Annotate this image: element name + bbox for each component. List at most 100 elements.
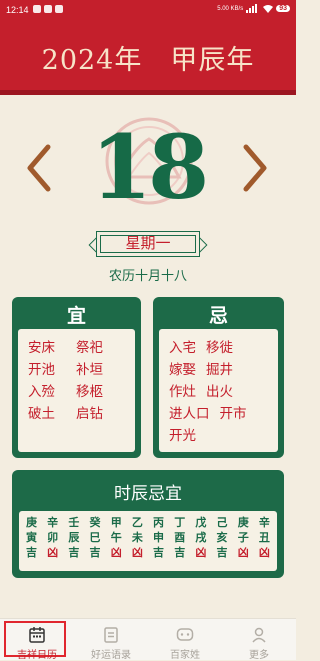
hour-luck: 吉 xyxy=(216,546,228,559)
document-icon xyxy=(104,627,118,643)
suitable-title: 宜 xyxy=(66,305,86,327)
hour-fortune-card: 时辰忌宜 庚寅吉辛卯凶壬辰吉癸巳吉甲午凶乙未凶丙申吉丁酉吉戊戌凶己亥吉庚子凶辛丑… xyxy=(12,470,284,578)
hour-stem: 癸 xyxy=(89,516,101,529)
weekday-badge: 星期一 xyxy=(88,231,208,259)
hour-fortune-grid: 庚寅吉辛卯凶壬辰吉癸巳吉甲午凶乙未凶丙申吉丁酉吉戊戌凶己亥吉庚子凶辛丑凶 xyxy=(19,511,277,571)
status-time: 12:14 xyxy=(6,5,29,15)
hour-column: 庚子凶 xyxy=(235,515,252,571)
hour-luck: 凶 xyxy=(110,546,122,559)
avoid-item: 移徙 xyxy=(206,340,233,356)
tiktok-icon xyxy=(44,5,52,13)
hour-stem: 丁 xyxy=(174,516,186,529)
hour-luck: 吉 xyxy=(26,546,37,559)
hour-branch: 午 xyxy=(110,531,122,544)
avoid-card: 忌 入宅 移徙 嫁娶 掘井 作灶 出火 进人口 开市 开光 xyxy=(153,297,284,458)
suitable-item: 祭祀 xyxy=(76,340,103,356)
hour-column: 己亥吉 xyxy=(214,515,231,571)
notification-icon xyxy=(55,5,63,13)
avoid-item: 嫁娶 xyxy=(169,362,196,378)
chat-bubble-icon xyxy=(176,628,194,641)
hour-stem: 乙 xyxy=(131,516,143,529)
bottom-tab-bar: 吉祥日历 好运语录 百家姓 更多 xyxy=(0,618,296,661)
wifi-icon xyxy=(263,5,274,13)
notification-icons xyxy=(33,5,63,13)
avoid-title: 忌 xyxy=(208,305,228,327)
hour-branch: 亥 xyxy=(216,531,228,544)
hour-stem: 庚 xyxy=(26,516,37,529)
hour-column: 壬辰吉 xyxy=(65,515,82,571)
header-edge xyxy=(0,90,296,95)
avoid-item: 开市 xyxy=(219,406,247,422)
notification-icon xyxy=(33,5,41,13)
hour-luck: 凶 xyxy=(47,546,59,559)
hour-branch: 未 xyxy=(131,531,143,544)
status-bar: 12:14 5.00 KB/s 93 xyxy=(0,0,296,22)
suitable-item: 补垣 xyxy=(76,362,103,378)
hour-stem: 辛 xyxy=(47,516,59,529)
status-right: 5.00 KB/s 93 xyxy=(217,4,290,13)
avoid-item: 进人口 xyxy=(169,406,210,422)
tab-more[interactable]: 更多 xyxy=(222,619,296,661)
hour-column: 庚寅吉 xyxy=(23,515,40,571)
hour-branch: 巳 xyxy=(89,531,101,544)
hour-branch: 寅 xyxy=(26,531,37,544)
avoid-item: 作灶 xyxy=(169,384,196,400)
hour-stem: 壬 xyxy=(68,516,80,529)
hour-column: 丁酉吉 xyxy=(171,515,188,571)
suitable-list-panel: 安床 祭祀 开池 补垣 入殓 移柩 破土 启钻 xyxy=(18,329,135,452)
tab-calendar[interactable]: 吉祥日历 xyxy=(0,619,74,661)
suitable-card: 宜 安床 祭祀 开池 补垣 入殓 移柩 破土 启钻 xyxy=(12,297,141,458)
hour-column: 戊戌凶 xyxy=(192,515,209,571)
day-number: 18 xyxy=(90,115,209,219)
tab-quotes[interactable]: 好运语录 xyxy=(74,619,148,661)
avoid-item: 开光 xyxy=(169,428,196,444)
hour-branch: 子 xyxy=(237,531,249,544)
hour-column: 辛丑凶 xyxy=(256,515,273,571)
signal-icon xyxy=(246,4,258,13)
person-icon xyxy=(252,627,266,643)
hour-stem: 甲 xyxy=(110,516,122,529)
battery-indicator: 93 xyxy=(276,5,290,12)
avoid-item: 掘井 xyxy=(206,362,233,378)
hour-stem: 戊 xyxy=(195,516,207,529)
hour-luck: 凶 xyxy=(131,546,143,559)
weekday-label: 星期一 xyxy=(96,231,200,257)
calendar-icon xyxy=(29,627,45,643)
suitable-item: 入殓 xyxy=(28,384,55,400)
year-header: 2024年 甲辰年 xyxy=(0,22,296,90)
year-title: 2024年 甲辰年 xyxy=(41,45,255,76)
hour-branch: 丑 xyxy=(258,531,270,544)
hour-stem: 庚 xyxy=(237,516,249,529)
suitable-item: 安床 xyxy=(28,340,55,356)
hour-stem: 己 xyxy=(216,516,228,529)
hour-luck: 凶 xyxy=(258,546,270,559)
avoid-item: 出火 xyxy=(206,384,233,400)
avoid-list-panel: 入宅 移徙 嫁娶 掘井 作灶 出火 进人口 开市 开光 xyxy=(159,329,278,452)
hour-luck: 吉 xyxy=(153,546,165,559)
network-speed: 5.00 KB/s xyxy=(217,5,244,12)
avoid-list: 入宅 移徙 嫁娶 掘井 作灶 出火 进人口 开市 开光 xyxy=(169,339,272,445)
suitable-item: 破土 xyxy=(28,406,55,422)
hour-luck: 凶 xyxy=(237,546,249,559)
suitable-item: 移柩 xyxy=(76,384,103,400)
hour-stem: 辛 xyxy=(258,516,270,529)
tab-surnames[interactable]: 百家姓 xyxy=(148,619,222,661)
hour-fortune-title: 时辰忌宜 xyxy=(114,484,182,504)
lunar-date: 农历十月十八 xyxy=(108,269,187,284)
hour-branch: 卯 xyxy=(47,531,59,544)
hour-branch: 申 xyxy=(153,531,165,544)
hour-luck: 吉 xyxy=(89,546,101,559)
avoid-item: 入宅 xyxy=(169,340,196,356)
hour-column: 甲午凶 xyxy=(108,515,125,571)
hour-branch: 戌 xyxy=(195,531,207,544)
hour-column: 辛卯凶 xyxy=(44,515,61,571)
hour-branch: 辰 xyxy=(68,531,80,544)
suitable-list: 安床 祭祀 开池 补垣 入殓 移柩 破土 启钻 xyxy=(28,339,129,423)
hour-stem: 丙 xyxy=(153,516,165,529)
hour-luck: 凶 xyxy=(195,546,207,559)
suitable-item: 启钻 xyxy=(76,406,103,422)
hour-luck: 吉 xyxy=(68,546,80,559)
hour-luck: 吉 xyxy=(174,546,186,559)
suitable-item: 开池 xyxy=(28,362,55,378)
hour-column: 丙申吉 xyxy=(150,515,167,571)
